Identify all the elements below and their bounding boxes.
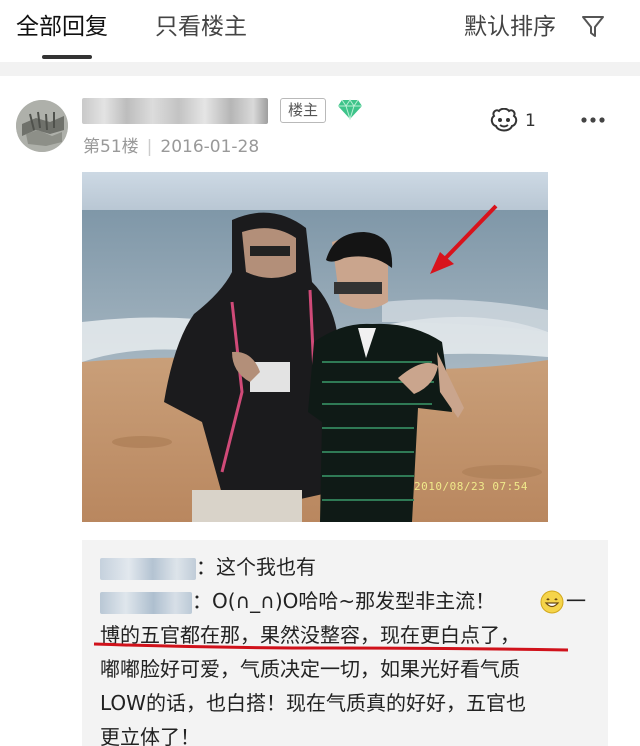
more-icon[interactable] (580, 116, 606, 124)
active-tab-indicator (42, 55, 92, 59)
like-count: 1 (525, 111, 536, 131)
floor-number: 第51楼 (83, 137, 139, 157)
avatar[interactable] (16, 100, 68, 152)
reply-text-2: ：O(∩_∩)O哈哈~那发型非主流！ (192, 589, 496, 613)
tab-bar: 全部回复 只看楼主 默认排序 (0, 0, 640, 62)
reply-line-4: 嘟嘟脸好可爱，气质决定一切，如果光好看气质 (100, 657, 520, 681)
username-blurred[interactable] (82, 98, 268, 124)
post-photo[interactable] (82, 172, 548, 522)
tab-all-replies[interactable]: 全部回复 (16, 10, 108, 44)
post-date: 2016-01-28 (160, 137, 260, 157)
reply-line-6: 更立体了！ (100, 725, 200, 746)
photo-timestamp: 2010/08/23 07:54 (414, 480, 528, 493)
reply-line-5: LOW的话，也白搭！现在气质真的好好，五官也 (100, 691, 526, 715)
like-icon[interactable] (490, 108, 518, 134)
reply-line-2: ：O(∩_∩)O哈哈~那发型非主流！ (100, 584, 495, 618)
reply-text-2-tail: 一 (566, 589, 586, 613)
owner-badge: 楼主 (280, 98, 327, 123)
post-meta: 第51楼 | 2016-01-28 (83, 136, 259, 158)
reply-line-1: ：这个我也有 (100, 550, 316, 584)
tab-owner-only[interactable]: 只看楼主 (155, 10, 247, 44)
section-divider (0, 62, 640, 76)
reply-text-1: ：这个我也有 (196, 555, 316, 579)
reply-username-blurred[interactable] (100, 557, 196, 580)
smiley-icon (540, 590, 564, 614)
gem-icon (338, 99, 362, 120)
filter-icon[interactable] (580, 14, 606, 40)
reply-username-blurred-2[interactable] (100, 591, 192, 614)
sort-button[interactable]: 默认排序 (464, 10, 556, 44)
meta-divider: | (146, 137, 153, 157)
